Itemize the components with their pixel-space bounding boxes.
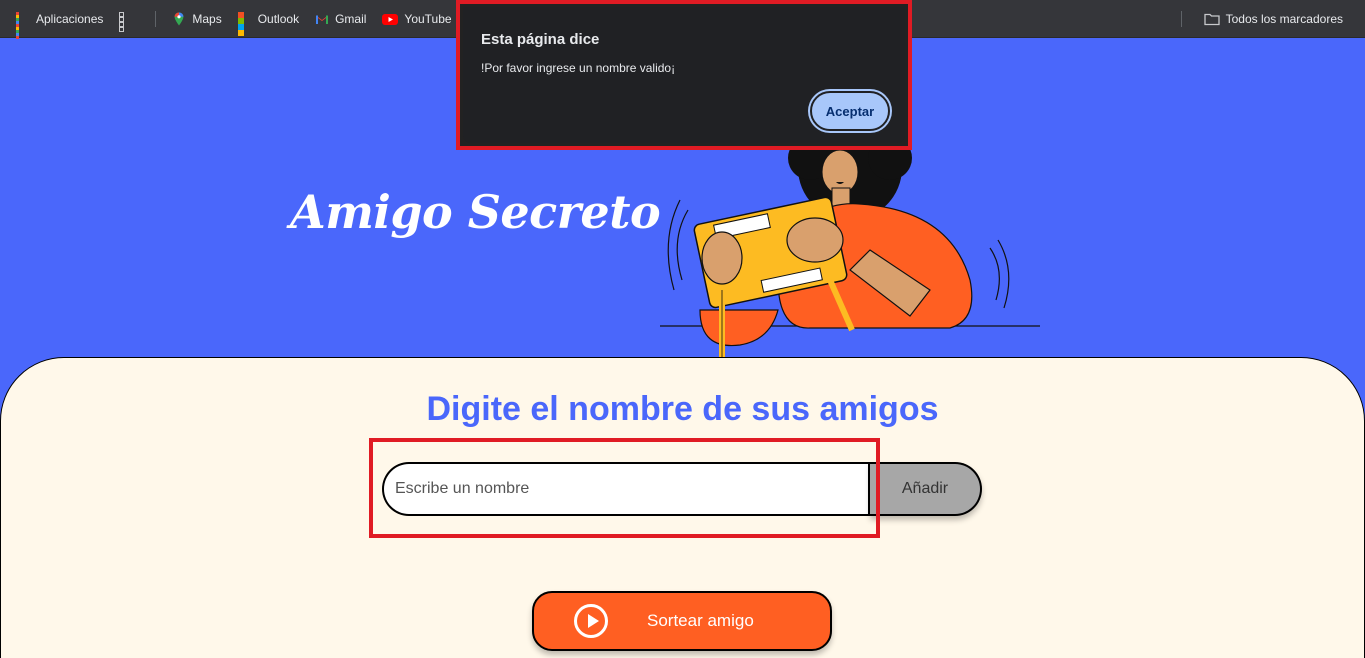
name-input[interactable] [382, 462, 872, 516]
alert-title: Esta página dice [481, 31, 600, 48]
play-icon [574, 604, 608, 638]
alert-dialog: Esta página dice !Por favor ingrese un n… [456, 0, 912, 150]
bookmark-label: Aplicaciones [36, 11, 104, 26]
bookmark-outlook[interactable]: Outlook [230, 0, 307, 38]
draw-friend-label: Sortear amigo [647, 611, 754, 630]
microsoft-icon [237, 11, 252, 36]
name-input-group: Añadir [382, 462, 982, 516]
bookmarks-divider [155, 10, 157, 27]
alert-body: Esta página dice !Por favor ingrese un n… [463, 7, 905, 143]
draw-friend-button[interactable]: Sortear amigo [532, 591, 832, 651]
page-title: Amigo Secreto [290, 185, 661, 239]
bookmarks-divider [1180, 11, 1182, 27]
gmail-icon [315, 12, 329, 26]
youtube-icon [382, 12, 399, 26]
bookmark-youtube[interactable]: YouTube [374, 0, 459, 38]
add-button[interactable]: Añadir [870, 462, 982, 516]
all-bookmarks-label: Todos los marcadores [1225, 12, 1343, 26]
bookmark-label: Gmail [335, 11, 367, 26]
apps-icon [16, 11, 30, 39]
section-subtitle: Digite el nombre de sus amigos [426, 390, 939, 428]
bookmark-label: Maps [192, 11, 222, 26]
folder-icon [1203, 12, 1220, 26]
alert-message: !Por favor ingrese un nombre valido¡ [481, 61, 676, 75]
person-holding-gift-illustration [660, 116, 1050, 358]
accept-button[interactable]: Aceptar [810, 91, 890, 131]
bookmark-aplicaciones[interactable]: Aplicaciones [0, 0, 111, 39]
bookmark-grid[interactable] [111, 0, 147, 38]
grid-icon [119, 11, 133, 32]
bookmark-label: YouTube [404, 11, 452, 26]
bookmark-gmail[interactable]: Gmail [307, 0, 374, 38]
all-bookmarks[interactable]: Todos los marcadores [1196, 0, 1351, 38]
bookmark-label: Outlook [257, 11, 300, 26]
bookmark-maps[interactable]: Maps [164, 0, 229, 38]
maps-icon [172, 12, 186, 26]
